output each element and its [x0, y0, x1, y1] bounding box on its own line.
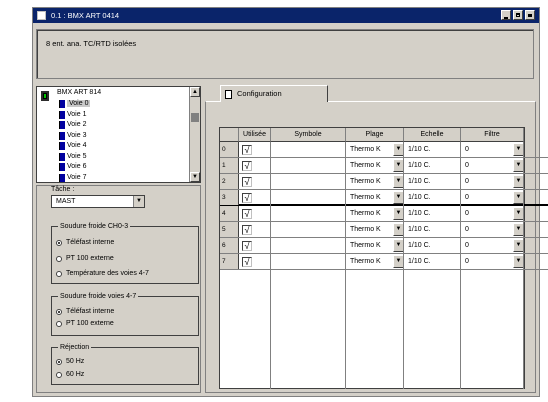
close-button[interactable]	[525, 10, 535, 20]
tree-root-label[interactable]: BMX ART 814	[57, 89, 101, 96]
row-number: 6	[220, 238, 239, 253]
radio-cj47-pt100[interactable]: PT 100 externe	[56, 319, 114, 329]
cold-junction-47-title: Soudure froide voies 4-7	[58, 292, 139, 301]
minimize-button[interactable]	[501, 10, 511, 20]
col-header-symbol: Symbole	[271, 128, 346, 142]
tree-item-label: Voie 1	[67, 110, 87, 118]
tree-item-label: Voie 6	[67, 163, 87, 170]
channel-settings-panel: Tâche : MAST ▼ Soudure froide CH0-3 Télé…	[36, 185, 201, 393]
row-header-corner	[220, 128, 239, 142]
tree-item-voie-3[interactable]: Voie 3	[57, 131, 86, 141]
task-value: MAST	[56, 198, 76, 205]
row-number: 2	[220, 174, 239, 189]
maximize-button[interactable]	[513, 10, 523, 20]
rejection-group: Réjection 50 Hz 60 Hz	[51, 343, 199, 385]
title-bar: 0.1 : BMX ART 0414	[33, 8, 539, 23]
channel-config-table: Utilisée Symbole Plage Echelle Filtre 0 √…	[219, 127, 548, 389]
tree-item-voie-4[interactable]: Voie 4	[57, 141, 86, 151]
module-chip-icon	[41, 91, 49, 101]
channel-icon	[59, 110, 65, 119]
row-number: 5	[220, 222, 239, 237]
task-label: Tâche :	[51, 186, 75, 193]
radio-cj03-telefast[interactable]: Téléfast interne	[56, 238, 114, 248]
row-number: 0	[220, 142, 239, 157]
tree-scrollbar[interactable]: ▲ ▼	[189, 87, 200, 182]
channel-icon	[59, 100, 65, 108]
minimize-icon	[504, 17, 508, 19]
channel-icon	[59, 121, 65, 129]
col-header-range: Plage	[346, 128, 404, 142]
row-number: 7	[220, 254, 239, 269]
tree-item-voie-6[interactable]: Voie 6	[57, 162, 86, 172]
cold-junction-03-title: Soudure froide CH0-3	[58, 222, 131, 231]
tree-item-label: Voie 0	[67, 100, 91, 107]
channel-tree[interactable]: BMX ART 814 Voie 0 Voie 1 Voie 2 Voie 3 Voie…	[36, 86, 201, 183]
tree-item-voie-5[interactable]: Voie 5	[57, 152, 86, 162]
window-title: 0.1 : BMX ART 0414	[51, 11, 120, 20]
maximize-icon	[516, 13, 520, 17]
scroll-thumb[interactable]	[191, 113, 199, 122]
channel-icon	[59, 163, 65, 171]
radio-cj03-voies47[interactable]: Température des voies 4-7	[56, 269, 149, 279]
col-header-filter: Filtre	[461, 128, 524, 142]
radio-cj03-pt100[interactable]: PT 100 externe	[56, 254, 114, 264]
row-number: 1	[220, 158, 239, 173]
tree-item-voie-0[interactable]: Voie 0	[57, 99, 91, 109]
channel-icon	[59, 131, 65, 140]
close-icon	[528, 14, 532, 17]
cold-junction-03-group: Soudure froide CH0-3 Téléfast interne PT…	[51, 222, 199, 284]
row-number: 3	[220, 190, 239, 205]
radio-rejection-60hz[interactable]: 60 Hz	[56, 370, 84, 380]
module-icon[interactable]	[37, 11, 46, 20]
tab-configuration[interactable]: Configuration	[220, 85, 328, 102]
tree-item-voie-1[interactable]: Voie 1	[57, 110, 86, 120]
radio-rejection-50hz[interactable]: 50 Hz	[56, 357, 84, 367]
tree-item-voie-7[interactable]: Voie 7	[57, 173, 86, 183]
tree-item-label: Voie 4	[67, 142, 87, 149]
dropdown-arrow-icon[interactable]: ▼	[133, 196, 144, 207]
channel-icon	[59, 152, 65, 161]
radio-cj47-telefast[interactable]: Téléfast interne	[56, 307, 114, 317]
channel-icon	[59, 173, 65, 182]
col-header-used: Utilisée	[239, 128, 271, 142]
col-header-scale: Echelle	[404, 128, 461, 142]
tree-item-label: Voie 7	[67, 173, 87, 181]
config-page-icon	[225, 90, 232, 99]
scroll-up-button[interactable]: ▲	[190, 87, 200, 97]
tree-item-voie-2[interactable]: Voie 2	[57, 120, 86, 130]
tree-item-label: Voie 3	[67, 131, 87, 139]
tree-item-label: Voie 5	[67, 152, 87, 160]
scroll-down-button[interactable]: ▼	[190, 172, 200, 182]
cold-junction-47-group: Soudure froide voies 4-7 Téléfast intern…	[51, 292, 199, 336]
tree-item-label: Voie 2	[67, 121, 87, 128]
channel-icon	[59, 142, 65, 150]
row-number: 4	[220, 206, 239, 221]
task-select[interactable]: MAST ▼	[51, 195, 145, 208]
rejection-title: Réjection	[58, 343, 92, 352]
tab-configuration-label: Configuration	[237, 89, 282, 98]
module-description: 8 ent. ana. TC/RTD isolées	[36, 29, 534, 79]
